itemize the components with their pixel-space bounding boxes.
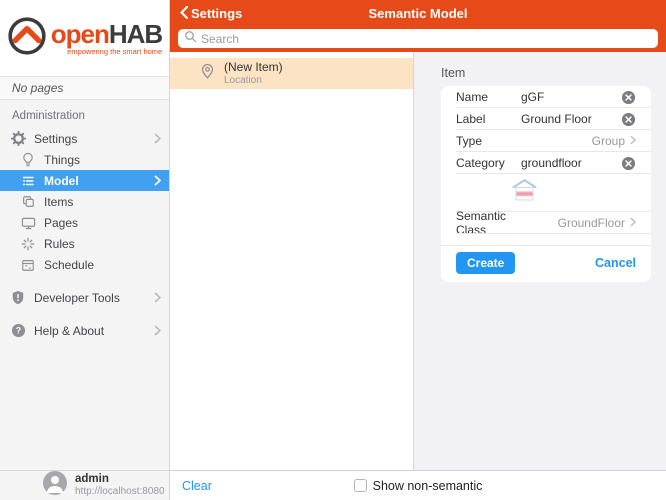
- username: admin: [75, 473, 165, 486]
- sidebar-menu: Settings Things: [0, 128, 169, 275]
- openhab-logo: openHAB empowering the smart home: [0, 0, 169, 77]
- semantic-class-label: Semantic Class: [456, 209, 521, 237]
- chevron-right-icon: [630, 134, 636, 148]
- clear-category-icon[interactable]: [621, 156, 636, 171]
- sidebar-item-items[interactable]: Items: [0, 191, 169, 212]
- bottom-toolbar: Clear Show non-semantic: [170, 470, 666, 500]
- user-account[interactable]: admin http://localhost:8080: [0, 470, 169, 500]
- brand-tagline: empowering the smart home: [51, 48, 162, 56]
- tree-item-subtitle: Location: [224, 75, 283, 87]
- administration-section-label: Administration: [12, 110, 169, 122]
- sidebar-item-help-about[interactable]: ? Help & About: [0, 320, 169, 341]
- sidebar-item-label: Pages: [44, 216, 161, 230]
- items-copy-icon: [20, 194, 36, 210]
- label-input[interactable]: [521, 112, 621, 126]
- sidebar-item-label: Things: [44, 153, 161, 167]
- label-field-row: Label: [441, 108, 651, 130]
- navbar: Settings Semantic Model: [170, 0, 666, 52]
- search-input[interactable]: [201, 32, 652, 46]
- chevron-right-icon: [154, 175, 161, 186]
- name-field-label: Name: [456, 90, 521, 104]
- show-non-semantic-checkbox[interactable]: [354, 479, 367, 492]
- question-circle-icon: ?: [10, 323, 26, 339]
- category-input[interactable]: [521, 156, 621, 170]
- sidebar-item-label: Rules: [44, 237, 161, 251]
- sidebar-item-developer-tools[interactable]: Developer Tools: [0, 287, 169, 308]
- form-footer-divider: [441, 234, 651, 246]
- sparkle-rules-icon: [20, 236, 36, 252]
- chevron-right-icon: [154, 133, 161, 144]
- type-select-row[interactable]: Type Group: [441, 130, 651, 152]
- sidebar-item-label: Model: [44, 174, 146, 188]
- sidebar-secondary-menu: Developer Tools ? Help & About: [0, 275, 169, 341]
- sidebar: openHAB empowering the smart home No pag…: [0, 0, 170, 500]
- avatar: [43, 471, 67, 500]
- semantic-class-value: GroundFloor: [558, 216, 625, 230]
- display-icon: [20, 215, 36, 231]
- openhab-logo-icon: [7, 16, 47, 61]
- sidebar-item-model[interactable]: Model: [0, 170, 169, 191]
- name-input[interactable]: [521, 90, 621, 104]
- search-icon: [184, 30, 197, 48]
- show-non-semantic-toggle: Show non-semantic: [354, 479, 483, 493]
- page-title: Semantic Model: [170, 0, 666, 27]
- tree-item-title: (New Item): [224, 60, 283, 74]
- tree-item-new-item[interactable]: (New Item) Location: [170, 58, 413, 89]
- sidebar-item-rules[interactable]: Rules: [0, 233, 169, 254]
- search-bar[interactable]: [178, 29, 658, 48]
- item-form-card: Name Label: [441, 86, 651, 282]
- sidebar-item-pages[interactable]: Pages: [0, 212, 169, 233]
- sidebar-item-things[interactable]: Things: [0, 149, 169, 170]
- sidebar-item-label: Schedule: [44, 258, 161, 272]
- lightbulb-icon: [20, 152, 36, 168]
- sidebar-item-label: Settings: [34, 132, 146, 146]
- form-actions: Create Cancel: [441, 246, 651, 282]
- create-button[interactable]: Create: [456, 252, 515, 274]
- svg-text:?: ?: [15, 326, 20, 336]
- calendar-icon: [20, 257, 36, 273]
- gear-icon: [10, 131, 26, 147]
- no-pages-label: No pages: [0, 77, 169, 100]
- show-non-semantic-label: Show non-semantic: [373, 479, 483, 493]
- model-tree-icon: [20, 173, 36, 189]
- category-field-label: Category: [456, 156, 521, 170]
- sidebar-item-label: Help & About: [34, 324, 146, 338]
- cancel-button[interactable]: Cancel: [595, 256, 636, 270]
- clear-name-icon[interactable]: [621, 90, 636, 105]
- chevron-right-icon: [154, 292, 161, 303]
- location-pin-icon: [200, 63, 215, 85]
- server-url: http://localhost:8080: [75, 486, 165, 498]
- developer-tools-shield-icon: [10, 290, 26, 306]
- model-tree-panel: (New Item) Location: [170, 52, 414, 470]
- sidebar-item-label: Developer Tools: [34, 291, 146, 305]
- chevron-left-icon: [180, 6, 188, 22]
- groundfloor-house-icon: [511, 188, 538, 205]
- name-field-row: Name: [441, 86, 651, 108]
- brand-name: openHAB: [51, 21, 162, 47]
- semantic-class-select-row[interactable]: Semantic Class GroundFloor: [441, 212, 651, 234]
- category-icon-preview: [441, 174, 651, 212]
- sidebar-item-label: Items: [44, 195, 161, 209]
- chevron-right-icon: [154, 325, 161, 336]
- label-field-label: Label: [456, 112, 521, 126]
- clear-button[interactable]: Clear: [182, 479, 212, 493]
- item-details-panel: Item Name Label: [414, 52, 666, 470]
- item-panel-title: Item: [441, 66, 666, 80]
- category-field-row: Category: [441, 152, 651, 174]
- clear-label-icon[interactable]: [621, 112, 636, 127]
- sidebar-item-settings[interactable]: Settings: [0, 128, 169, 149]
- back-button-settings[interactable]: Settings: [180, 6, 242, 22]
- type-value: Group: [592, 134, 625, 148]
- back-button-label: Settings: [191, 6, 242, 21]
- chevron-right-icon: [630, 216, 636, 230]
- openhab-admin-app: openHAB empowering the smart home No pag…: [0, 0, 666, 500]
- type-field-label: Type: [456, 134, 521, 148]
- sidebar-item-schedule[interactable]: Schedule: [0, 254, 169, 275]
